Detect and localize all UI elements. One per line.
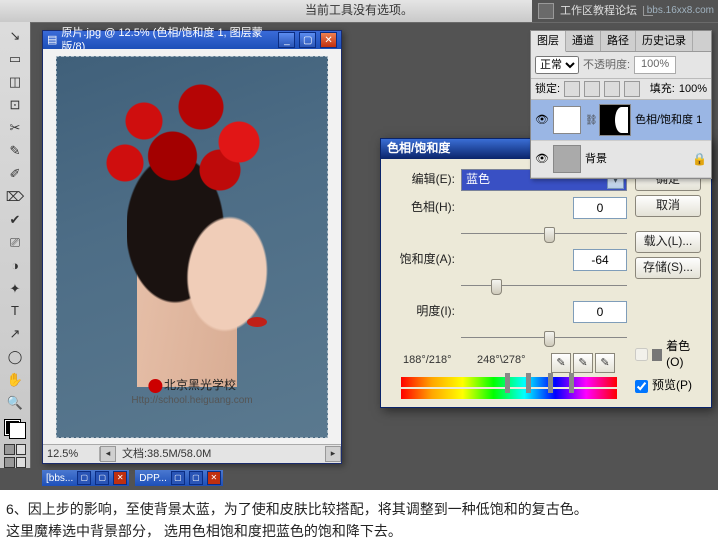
lock-pixel-icon[interactable] [584,81,600,97]
tab-channels[interactable]: 通道 [566,31,601,51]
maximize-button[interactable]: ▢ [299,32,316,48]
doc-info: 文档:38.5M/58.0M [116,447,217,461]
brush-tool[interactable]: ✎ [3,141,27,162]
pen-tool[interactable]: ✦ [3,278,27,299]
maximize-icon[interactable]: ▢ [95,471,109,485]
save-button[interactable]: 存储(S)... [635,257,701,279]
photo: 北京黑光学校 Http://school.heiguang.com [56,56,328,438]
minimized-documents: [bbs... ▢ ▢ ✕ DPP... ▢ ▢ ✕ [42,470,223,486]
zoom-level[interactable]: 12.5% [43,447,100,461]
scroll-left-icon[interactable]: ◂ [100,446,116,462]
saturation-input[interactable] [573,249,627,271]
load-button[interactable]: 载入(L)... [635,231,701,253]
panel-tabs: 图层 通道 路径 历史记录 [531,31,711,52]
lock-all-icon[interactable] [624,81,640,97]
layer-thumb [553,145,581,173]
hue-range-strip[interactable] [401,377,617,394]
tutorial-caption: 6、因上步的影响，至使背景太蓝，为了使和皮肤比较搭配，将其调整到一种低饱和的复古… [0,490,712,551]
crop-tool[interactable]: ✂ [3,118,27,139]
gradient-tool[interactable]: ⎚ [3,233,27,254]
pencil-tool[interactable]: ✐ [3,164,27,185]
minimize-button[interactable]: _ [278,32,295,48]
dodge-tool[interactable]: ◑ [3,256,27,277]
scroll-right-icon[interactable]: ▸ [325,446,341,462]
hand-tool[interactable]: ✋ [3,370,27,391]
document-titlebar[interactable]: ▤ 原片.jpg @ 12.5% (色相/饱和度 1, 图层蒙版/8) _ ▢ … [43,31,341,49]
shape-tool[interactable]: ◯ [3,347,27,368]
lightness-label: 明度(I): [391,304,455,320]
tab-layers[interactable]: 图层 [531,31,566,52]
background-swatch[interactable] [10,423,25,438]
lock-position-icon[interactable] [604,81,620,97]
eyedropper-minus-icon[interactable]: ✎ [595,353,615,373]
layers-panel: 图层 通道 路径 历史记录 正常 不透明度: 100% 锁定: 填充: 100%… [530,30,712,179]
saturation-slider[interactable] [461,277,627,295]
quickmask-toggle[interactable] [4,444,26,455]
fill-value[interactable]: 100% [679,82,707,96]
tab-paths[interactable]: 路径 [601,31,636,51]
path-select-tool[interactable]: ↗ [3,324,27,345]
preview-checkbox[interactable]: 预览(P) [635,378,701,394]
color-swatches[interactable] [5,420,25,438]
doc-tab-1[interactable]: [bbs... ▢ ▢ ✕ [42,470,129,486]
options-text: 当前工具没有选项。 [305,3,413,19]
eyedropper-plus-icon[interactable]: ✎ [573,353,593,373]
visibility-icon[interactable]: 👁 [535,113,549,127]
lightness-slider[interactable] [461,329,627,347]
layer-item-background[interactable]: 👁 背景 🔒 [531,141,711,178]
hue-label: 色相(H): [391,200,455,216]
workspace-icon [538,3,554,19]
hue-slider[interactable] [461,225,627,243]
fill-label: 填充: [650,82,675,96]
image-watermark: 北京黑光学校 Http://school.heiguang.com [131,378,252,407]
range-left: 188°/218° [403,353,452,373]
restore-icon[interactable]: ▢ [77,471,91,485]
opacity-value[interactable]: 100% [634,56,676,74]
document-canvas[interactable]: 北京黑光学校 Http://school.heiguang.com [43,49,341,445]
visibility-icon[interactable]: 👁 [535,152,549,166]
opacity-label: 不透明度: [583,58,630,72]
lock-icon: 🔒 [692,152,707,168]
layer-item-huesat[interactable]: 👁 ⛓ 色相/饱和度 1 [531,100,711,141]
eyedropper-group: ✎ ✎ ✎ [551,353,615,373]
restore-icon[interactable]: ▢ [171,471,185,485]
lasso-tool[interactable]: ◫ [3,72,27,93]
dialog-title: 色相/饱和度 [387,141,450,157]
document-statusbar: 12.5% ◂ 文档:38.5M/58.0M ▸ [43,444,341,463]
colorize-checkbox[interactable]: 着色(O) [635,339,701,370]
edit-value: 蓝色 [466,172,490,188]
blend-mode-select[interactable]: 正常 [535,56,579,74]
eyedropper-icon[interactable]: ✎ [551,353,571,373]
magic-wand-tool[interactable]: ⊡ [3,95,27,116]
toolbox: ↘ ▭ ◫ ⊡ ✂ ✎ ✐ ⌦ ✔ ⎚ ◑ ✦ T ↗ ◯ ✋ 🔍 [0,22,31,468]
lock-label: 锁定: [535,82,560,96]
type-tool[interactable]: T [3,301,27,322]
hue-input[interactable] [573,197,627,219]
move-tool[interactable]: ↘ [3,26,27,47]
range-right: 248°\278° [477,353,526,373]
heal-tool[interactable]: ✔ [3,210,27,231]
mask-thumb[interactable] [599,104,631,136]
eraser-tool[interactable]: ⌦ [3,187,27,208]
document-window: ▤ 原片.jpg @ 12.5% (色相/饱和度 1, 图层蒙版/8) _ ▢ … [42,30,342,464]
close-button[interactable]: ✕ [320,32,337,48]
screenmode-toggle[interactable] [4,457,26,468]
doc-tab-2[interactable]: DPP... ▢ ▢ ✕ [135,470,223,486]
lightness-input[interactable] [573,301,627,323]
link-icon: ⛓ [585,114,595,127]
maximize-icon[interactable]: ▢ [189,471,203,485]
lock-transparency-icon[interactable] [564,81,580,97]
edit-label: 编辑(E): [391,172,455,188]
marquee-tool[interactable]: ▭ [3,49,27,70]
zoom-tool[interactable]: 🔍 [3,393,27,414]
tab-history[interactable]: 历史记录 [636,31,693,51]
close-icon[interactable]: ✕ [113,471,127,485]
ps-icon: ▤ [47,33,57,47]
adjustment-thumb [553,106,581,134]
close-icon[interactable]: ✕ [207,471,221,485]
site-watermark: bbs.16xx8.com [647,4,714,17]
workspace-label: 工作区教程论坛 [560,4,637,18]
cancel-button[interactable]: 取消 [635,195,701,217]
saturation-label: 饱和度(A): [391,252,455,268]
